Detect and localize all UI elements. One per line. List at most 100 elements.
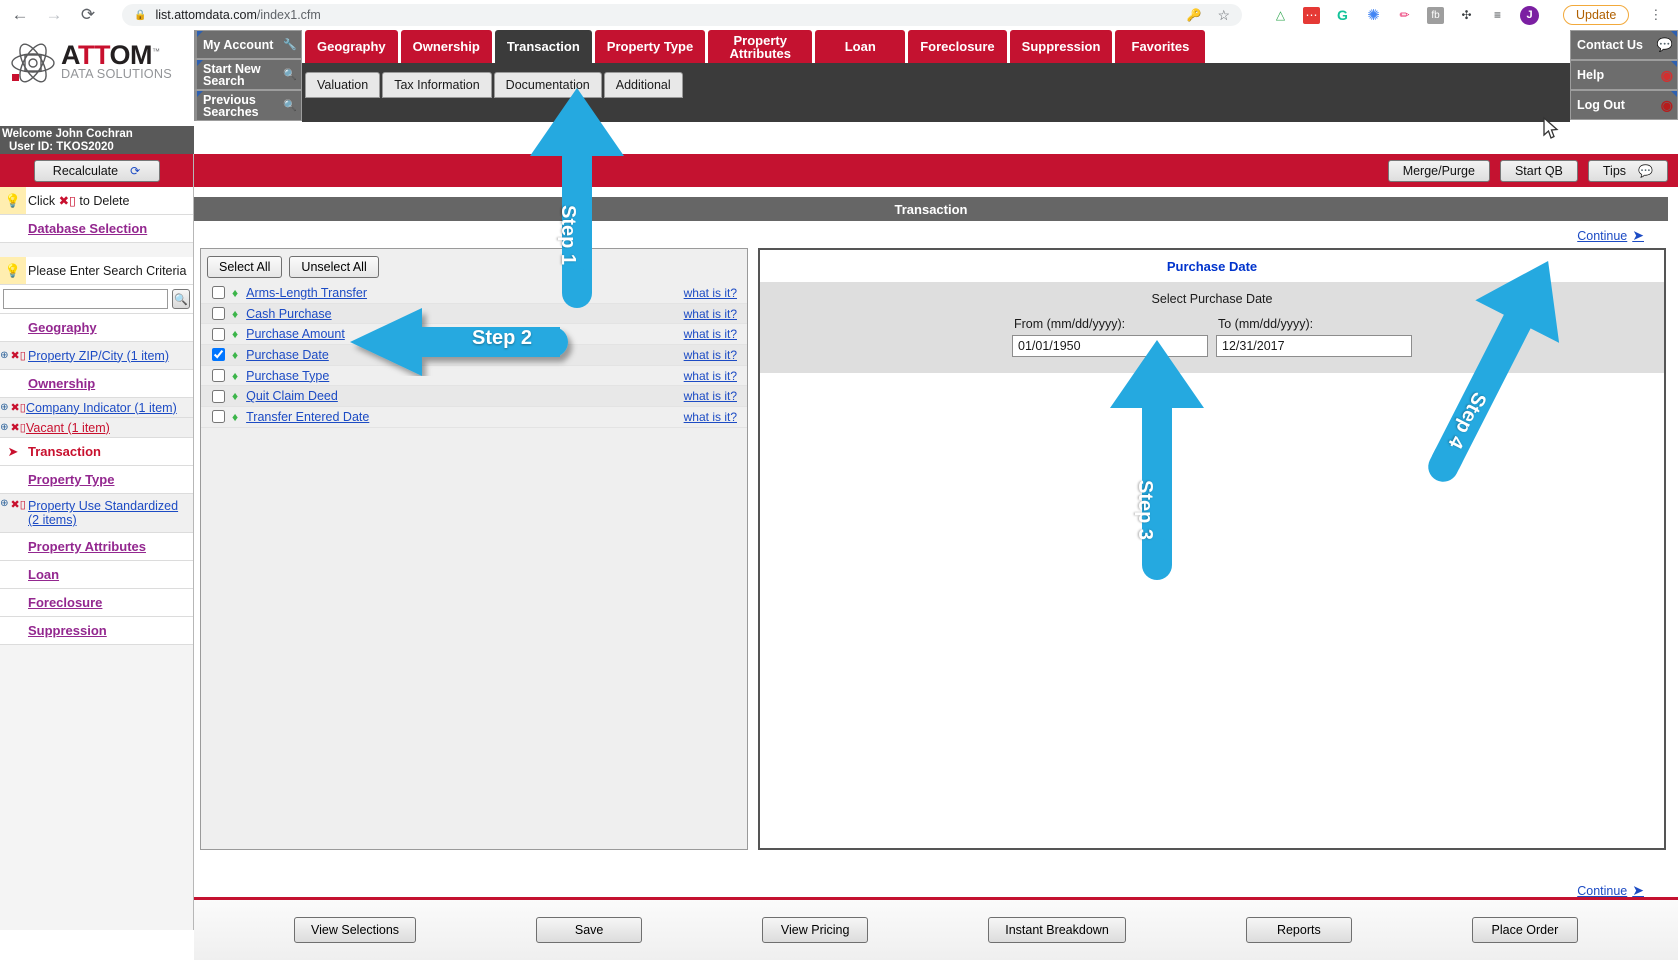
subtab-valuation[interactable]: Valuation [305,72,381,98]
sidebar-item-property-attributes[interactable]: Property Attributes [0,533,193,561]
sidebar-company-indicator-label[interactable]: Company Indicator (1 item) [26,399,177,417]
database-selection-link[interactable]: Database Selection [26,216,151,241]
option-label[interactable]: Purchase Type [246,369,329,383]
checkbox-purchase-amount[interactable] [212,327,225,341]
instant-breakdown-button[interactable]: Instant Breakdown [988,917,1126,943]
continue-link-top[interactable]: Continue ➤ [1577,227,1644,244]
subtab-documentation[interactable]: Documentation [493,72,602,98]
save-button[interactable]: Save [536,917,643,943]
option-row-purchase-date[interactable]: ♦ Purchase Date what is it? [201,345,747,366]
help-button[interactable]: Help ◉ [1570,60,1678,90]
option-label[interactable]: Purchase Date [246,348,329,362]
expand-plus-icon[interactable]: ⊕ [0,422,8,433]
from-date-input[interactable] [1012,335,1208,357]
tab-ownership[interactable]: Ownership [400,30,492,63]
option-row-transfer-entered-date[interactable]: ♦ Transfer Entered Date what is it? [201,407,747,428]
previous-searches-button[interactable]: Previous Searches 🔍 [194,90,302,121]
sidebar-item-property-type[interactable]: Property Type [0,466,193,494]
list-icon[interactable]: ≡ [1489,7,1506,24]
sidebar-item-company-indicator[interactable]: ⊕ ✖▯ Company Indicator (1 item) [0,398,193,418]
what-is-it-link[interactable]: what is it? [684,307,737,321]
asterisk-icon[interactable]: ✺ [1365,7,1382,24]
checkbox-quit-claim-deed[interactable] [212,389,225,403]
drive-icon[interactable]: △ [1272,7,1289,24]
to-date-input[interactable] [1216,335,1412,357]
what-is-it-link[interactable]: what is it? [684,369,737,383]
database-selection-row[interactable]: Database Selection [0,215,193,243]
bookmark-star-icon[interactable]: ☆ [1217,7,1230,24]
puzzle-icon[interactable]: ✣ [1458,7,1475,24]
tab-property-attributes[interactable]: Property Attributes [708,30,813,63]
expand-plus-icon[interactable]: ⊕ [0,350,8,361]
reload-icon[interactable]: ⟳ [78,5,98,25]
checkbox-purchase-type[interactable] [212,369,225,383]
what-is-it-link[interactable]: what is it? [684,410,737,424]
sidebar-item-loan[interactable]: Loan [0,561,193,589]
tab-transaction[interactable]: Transaction [494,30,592,63]
log-out-button[interactable]: Log Out ◉ [1570,90,1678,120]
sidebar-item-geography[interactable]: Geography [0,314,193,342]
subtab-tax-information[interactable]: Tax Information [382,72,492,98]
checkbox-purchase-date[interactable] [212,348,225,362]
merge-purge-button[interactable]: Merge/Purge [1387,159,1490,182]
forward-arrow-icon[interactable]: → [44,5,64,25]
delete-x-icon[interactable]: ✖▯ [11,349,26,362]
pen-icon[interactable]: ✏ [1396,7,1413,24]
tab-geography[interactable]: Geography [305,30,398,63]
avatar[interactable]: J [1520,5,1539,25]
what-is-it-link[interactable]: what is it? [684,389,737,403]
option-label[interactable]: Cash Purchase [246,307,331,321]
expand-plus-icon[interactable]: ⊕ [0,498,8,509]
sidebar-foreclosure-label[interactable]: Foreclosure [26,590,106,615]
expand-plus-icon[interactable]: ⊕ [0,402,8,413]
sidebar-geography-label[interactable]: Geography [26,315,101,340]
checkbox-transfer-entered-date[interactable] [212,410,225,424]
sidebar-item-transaction[interactable]: ➤ Transaction [0,438,193,466]
sidebar-item-property-zip-city[interactable]: ⊕ ✖▯ Property ZIP/City (1 item) [0,342,193,370]
option-row-arms-length-transfer[interactable]: ♦ Arms-Length Transfer what is it? [201,283,747,304]
sidebar-transaction-label[interactable]: Transaction [26,439,105,464]
tab-suppression[interactable]: Suppression [1009,30,1113,63]
sidebar-item-suppression[interactable]: Suppression [0,617,193,645]
sidebar-item-property-use-standardized[interactable]: ⊕ ✖▯ Property Use Standardized (2 items) [0,494,193,533]
what-is-it-link[interactable]: what is it? [684,327,737,341]
tab-foreclosure[interactable]: Foreclosure [908,30,1007,63]
place-order-button[interactable]: Place Order [1471,917,1578,943]
expand-delete-controls[interactable]: ⊕ ✖▯ [0,418,26,437]
sidebar-item-ownership[interactable]: Ownership [0,370,193,398]
address-bar[interactable]: 🔒 list.attomdata.com/index1.cfm 🔑 ☆ [122,4,1242,26]
option-row-purchase-amount[interactable]: ♦ Purchase Amount what is it? [201,324,747,346]
my-account-button[interactable]: My Account 🔧 [194,30,302,59]
sidebar-item-foreclosure[interactable]: Foreclosure [0,589,193,617]
contact-us-button[interactable]: Contact Us 💬 [1570,30,1678,60]
red-box-icon[interactable]: ⋯ [1303,6,1320,24]
expand-delete-controls[interactable]: ⊕ ✖▯ [0,342,26,369]
start-new-search-button[interactable]: Start New Search 🔍 [194,59,302,90]
expand-delete-controls[interactable]: ⊕ ✖▯ [0,494,26,532]
kebab-menu-icon[interactable]: ⋮ [1649,7,1662,23]
sidebar-suppression-label[interactable]: Suppression [26,618,111,643]
tips-button[interactable]: Tips 💬 [1587,159,1668,182]
sidebar-item-vacant[interactable]: ⊕ ✖▯ Vacant (1 item) [0,418,193,438]
tab-favorites[interactable]: Favorites [1115,30,1206,63]
option-label[interactable]: Arms-Length Transfer [246,286,367,300]
search-input[interactable] [3,289,168,309]
view-pricing-button[interactable]: View Pricing [762,917,869,943]
checkbox-arms-length-transfer[interactable] [212,286,225,300]
reports-button[interactable]: Reports [1245,917,1352,943]
sidebar-property-zip-city-label[interactable]: Property ZIP/City (1 item) [26,344,173,368]
grammarly-icon[interactable]: G [1334,7,1351,24]
option-row-purchase-type[interactable]: ♦ Purchase Type what is it? [201,365,747,387]
option-label[interactable]: Quit Claim Deed [246,389,338,403]
delete-x-icon[interactable]: ✖▯ [11,401,26,414]
tab-loan[interactable]: Loan [815,30,906,63]
what-is-it-link[interactable]: what is it? [684,286,737,300]
unselect-all-button[interactable]: Unselect All [289,256,379,278]
recalculate-button[interactable]: Recalculate ⟳ [33,159,160,182]
option-row-quit-claim-deed[interactable]: ♦ Quit Claim Deed what is it? [201,386,747,408]
subtab-additional[interactable]: Additional [603,72,683,98]
sidebar-loan-label[interactable]: Loan [26,562,63,587]
back-arrow-icon[interactable]: ← [10,5,30,25]
option-label[interactable]: Purchase Amount [246,327,345,341]
expand-delete-controls[interactable]: ⊕ ✖▯ [0,398,26,417]
